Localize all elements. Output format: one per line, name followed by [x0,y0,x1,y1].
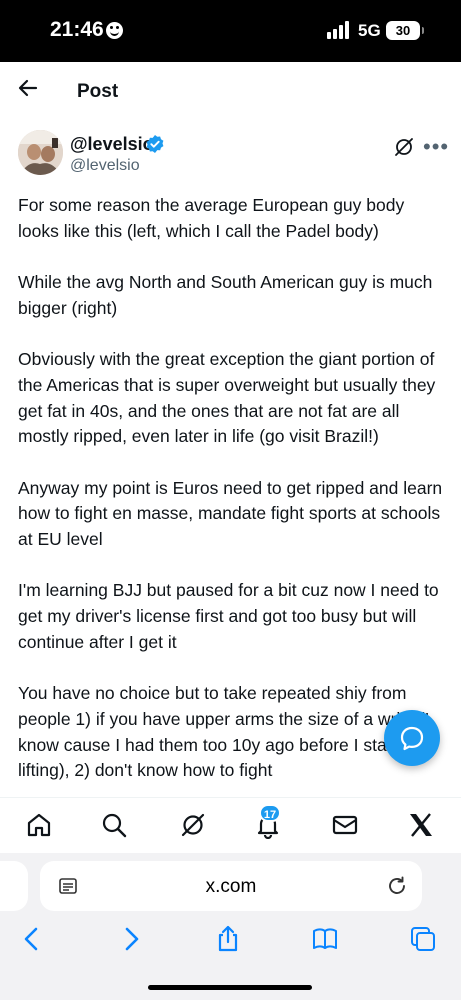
chevron-right-icon[interactable] [117,925,145,953]
smiley-face-icon [106,22,123,39]
mail-icon[interactable] [331,811,359,839]
back-arrow-icon[interactable] [16,76,40,100]
reload-icon[interactable] [386,875,408,897]
user-handle: @levelsio [70,157,140,174]
post-header: Post [0,62,461,120]
more-icon[interactable]: ••• [423,134,449,160]
notifications-badge: 17 [259,804,281,822]
tweet-paragraph: While the avg North and South American g… [18,272,433,318]
page-title: Post [77,81,119,102]
share-icon[interactable] [214,925,242,953]
avatar[interactable] [18,130,63,175]
display-name[interactable]: @levelsio [70,134,154,155]
address-bar[interactable]: x.com [40,861,422,911]
chevron-left-icon[interactable] [18,925,46,953]
url-text[interactable]: x.com [40,876,422,898]
search-icon[interactable] [100,811,128,839]
network-type: 5G [358,21,381,40]
author-row: @levelsio @levelsio ••• [0,120,461,182]
tabs-icon[interactable] [409,925,437,953]
verified-icon [146,135,164,153]
tweet-paragraph: For some reason the average European guy… [18,195,405,241]
tweet-paragraph: I'm learning BJJ but paused for a bit cu… [18,580,439,652]
bottom-tab-bar [0,797,461,853]
grok-icon[interactable] [393,136,415,158]
status-time: 21:46 [50,18,104,41]
compose-message-icon [400,726,424,751]
home-icon[interactable] [25,811,53,839]
tweet-paragraph: Obviously with the great exception the g… [18,349,436,447]
home-indicator [148,985,312,990]
tweet-paragraph: Anyway my point is Euros need to get rip… [18,477,443,550]
grok-tab-icon[interactable] [179,811,207,839]
status-bar: 21:46 5G 30 [0,0,461,62]
signal-strength-icon [327,21,353,39]
previous-tab-preview[interactable] [0,861,28,911]
battery-indicator: 30 [386,21,424,40]
x-logo-icon[interactable] [407,811,435,839]
compose-message-button[interactable] [384,710,440,766]
browser-toolbar: x.com [0,853,461,1000]
book-icon[interactable] [311,925,339,953]
tweet-text: For some reason the average European guy… [18,193,448,797]
